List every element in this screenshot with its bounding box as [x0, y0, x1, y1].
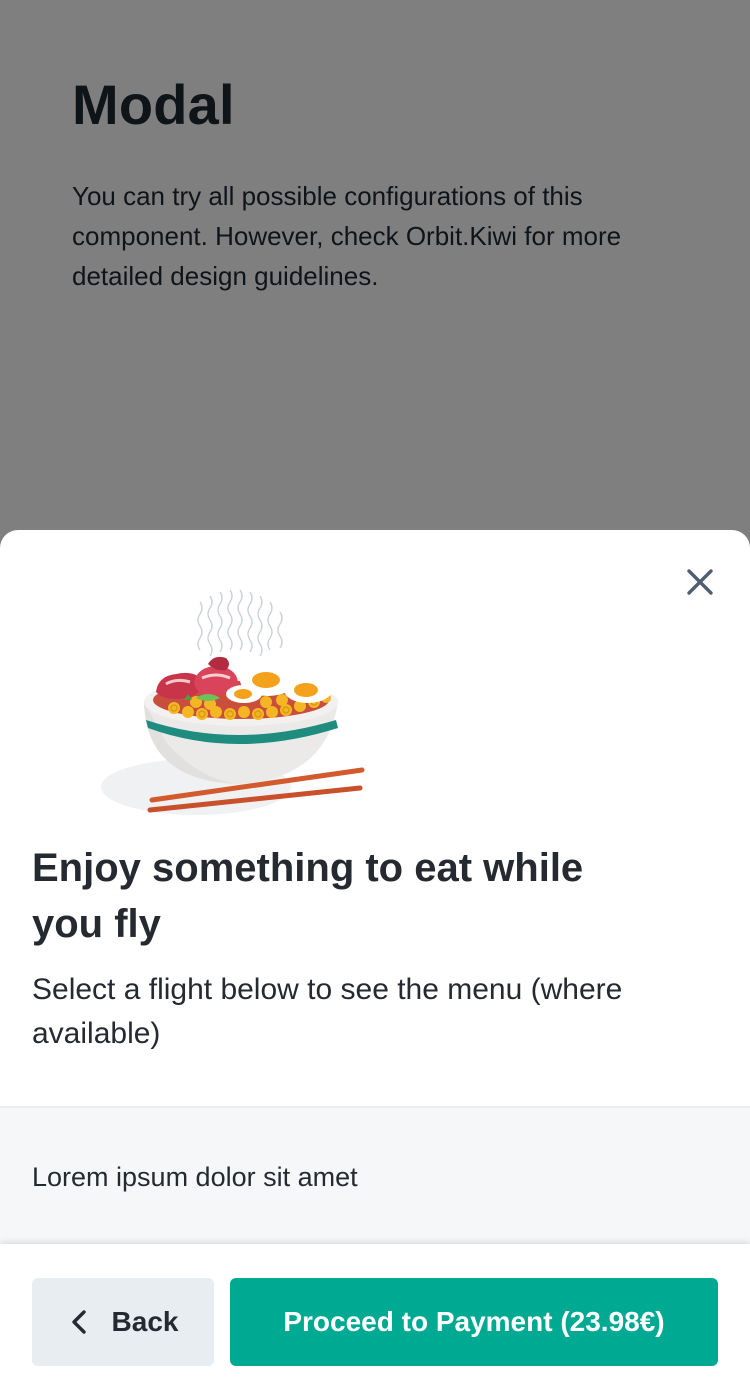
back-button[interactable]: Back [32, 1278, 214, 1366]
close-button[interactable] [682, 564, 718, 600]
modal-title: Enjoy something to eat while you fly [32, 846, 584, 946]
modal-footer: Back Proceed to Payment (23.98€) [0, 1244, 750, 1398]
modal-dialog: Enjoy something to eat while you fly Sel… [0, 530, 750, 1398]
modal-section: Lorem ipsum dolor sit amet [0, 1106, 750, 1248]
modal-description: Select a flight below to see the menu (w… [32, 973, 623, 1050]
noodle-bowl-illustration [101, 589, 365, 815]
proceed-to-payment-button[interactable]: Proceed to Payment (23.98€) [230, 1278, 718, 1366]
chevron-left-icon [71, 1310, 86, 1334]
proceed-button-label: Proceed to Payment (23.98€) [283, 1306, 665, 1337]
close-icon [687, 569, 713, 595]
back-button-label: Back [111, 1306, 179, 1337]
section-text: Lorem ipsum dolor sit amet [32, 1162, 358, 1192]
